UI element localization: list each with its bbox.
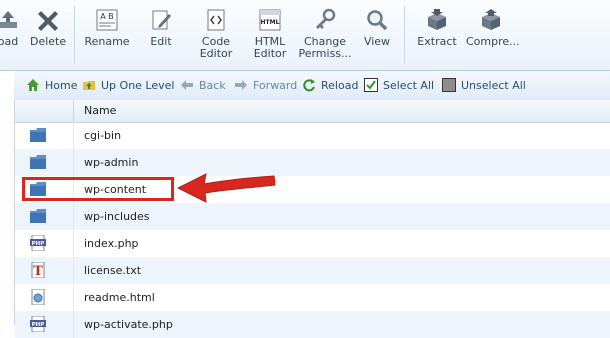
- html-file-icon: [31, 289, 45, 305]
- file-name: wp-admin: [84, 156, 139, 169]
- unselect-all-link[interactable]: Unselect All: [442, 78, 526, 93]
- file-name: index.php: [84, 237, 139, 250]
- upload-button[interactable]: oad: [0, 8, 20, 48]
- rename-icon: A B: [96, 9, 118, 31]
- checkbox-unchecked-icon: [442, 78, 456, 92]
- name-column-header[interactable]: Name: [84, 104, 116, 117]
- forward-link[interactable]: Forward: [234, 78, 297, 93]
- edit-label: Edit: [150, 35, 172, 48]
- svg-text:T: T: [33, 264, 43, 278]
- svg-text:PHP: PHP: [32, 322, 45, 328]
- checkbox-checked-icon: [364, 78, 378, 92]
- file-row-wp-admin[interactable]: wp-admin: [15, 149, 610, 176]
- file-manager-toolbar: oad Delete A B Rename Edit Code Editor H…: [0, 0, 610, 71]
- select-all-link[interactable]: Select All: [364, 78, 434, 93]
- extract-button[interactable]: Extract: [416, 8, 458, 48]
- unselect-all-label: Unselect All: [461, 79, 526, 92]
- extract-icon: [428, 9, 446, 30]
- file-row-readme-html[interactable]: readme.html: [15, 284, 610, 311]
- folder-icon: [30, 209, 46, 223]
- file-list: Name cgi-bin wp-admin wp-content wp-incl…: [14, 100, 610, 338]
- html-editor-icon: HTML: [259, 9, 281, 31]
- php-file-icon: PHP: [30, 235, 46, 251]
- code-editor-button[interactable]: Code Editor: [196, 8, 236, 60]
- home-label: Home: [45, 79, 78, 92]
- edit-button[interactable]: Edit: [146, 8, 176, 48]
- cell-divider: [73, 203, 74, 230]
- svg-text:PHP: PHP: [32, 241, 45, 247]
- folder-icon: [30, 155, 46, 169]
- rename-button[interactable]: A B Rename: [84, 8, 130, 48]
- change-permissions-button[interactable]: Change Permiss...: [298, 8, 352, 60]
- folder-up-icon: [83, 81, 95, 90]
- text-file-icon: T: [31, 262, 45, 278]
- delete-button[interactable]: Delete: [30, 8, 66, 48]
- back-link[interactable]: Back: [180, 78, 226, 93]
- file-list-header: Name: [15, 100, 610, 123]
- reload-icon: [303, 79, 315, 92]
- arrow-left-icon: [181, 80, 193, 90]
- navigation-bar: Home Up One Level Back Forward Reload Se…: [14, 71, 610, 101]
- folder-icon: [30, 128, 46, 142]
- up-one-level-label: Up One Level: [101, 79, 175, 92]
- reload-link[interactable]: Reload: [302, 78, 358, 93]
- key-icon: [316, 8, 336, 29]
- compress-button[interactable]: Compre...: [466, 8, 520, 48]
- file-row-license-txt[interactable]: T license.txt: [15, 257, 610, 284]
- home-link[interactable]: Home: [26, 78, 77, 93]
- delete-icon: [38, 11, 58, 31]
- arrow-right-icon: [235, 80, 247, 90]
- cell-divider: [73, 257, 74, 284]
- home-icon: [27, 79, 39, 91]
- upload-label: oad: [0, 35, 19, 48]
- code-editor-label: Code Editor: [199, 35, 233, 60]
- upload-icon: [0, 11, 17, 28]
- red-arrow-icon: [176, 173, 276, 203]
- cell-divider: [73, 122, 74, 149]
- file-row-cgi-bin[interactable]: cgi-bin: [15, 122, 610, 149]
- select-all-label: Select All: [383, 79, 435, 92]
- cell-divider: [73, 284, 74, 311]
- forward-label: Forward: [253, 79, 298, 92]
- delete-label: Delete: [30, 35, 67, 48]
- svg-text:A B: A B: [100, 12, 114, 21]
- toolbar-separator: [404, 6, 405, 64]
- code-editor-icon: [207, 9, 225, 31]
- toolbar-separator: [74, 6, 75, 64]
- file-name: readme.html: [84, 291, 155, 304]
- html-editor-label: HTML Editor: [253, 35, 287, 60]
- view-label: View: [363, 35, 391, 48]
- column-divider: [73, 100, 74, 122]
- rename-label: Rename: [84, 35, 130, 48]
- view-button[interactable]: View: [362, 8, 392, 48]
- cell-divider: [73, 230, 74, 257]
- change-permissions-label: Change Permiss...: [298, 35, 352, 60]
- up-one-level-link[interactable]: Up One Level: [82, 78, 174, 93]
- cell-divider: [73, 149, 74, 176]
- file-name: license.txt: [84, 264, 142, 277]
- edit-icon: [152, 10, 171, 30]
- file-row-wp-includes[interactable]: wp-includes: [15, 203, 610, 230]
- highlight-box: [22, 177, 174, 201]
- magnifier-icon: [367, 10, 388, 31]
- php-file-icon: PHP: [30, 316, 46, 332]
- extract-label: Extract: [417, 35, 457, 48]
- file-name: wp-includes: [84, 210, 150, 223]
- svg-text:HTML: HTML: [261, 19, 280, 26]
- compress-icon: [482, 9, 500, 30]
- reload-label: Reload: [321, 79, 359, 92]
- back-label: Back: [199, 79, 226, 92]
- html-editor-button[interactable]: HTML HTML Editor: [250, 8, 290, 60]
- file-name: cgi-bin: [84, 129, 122, 142]
- file-row-index-php[interactable]: PHP index.php: [15, 230, 610, 257]
- compress-label: Compre...: [466, 35, 520, 48]
